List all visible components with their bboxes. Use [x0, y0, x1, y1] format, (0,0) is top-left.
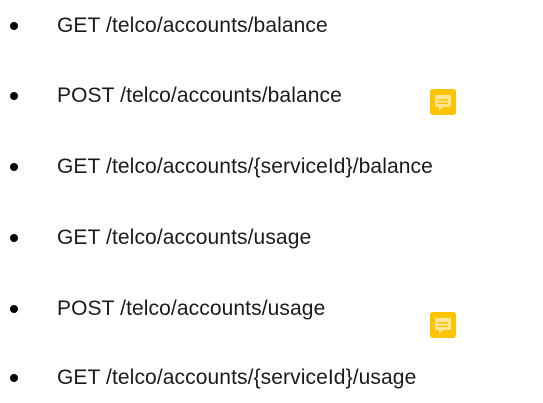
comment-note-icon[interactable]	[430, 312, 456, 338]
bullet-icon	[10, 234, 18, 242]
bullet-icon	[10, 22, 18, 30]
bullet-icon	[10, 92, 18, 100]
bullet-icon	[10, 305, 18, 313]
endpoint-text: GET /telco/accounts/balance	[57, 14, 328, 37]
endpoint-text: GET /telco/accounts/{serviceId}/balance	[57, 155, 433, 178]
endpoint-text: POST /telco/accounts/usage	[57, 297, 326, 320]
endpoint-text: GET /telco/accounts/usage	[57, 226, 312, 249]
endpoint-text: POST /telco/accounts/balance	[57, 84, 342, 107]
bullet-icon	[10, 163, 18, 171]
bullet-icon	[10, 374, 18, 382]
comment-note-icon[interactable]	[430, 89, 456, 115]
endpoint-text: GET /telco/accounts/{serviceId}/usage	[57, 366, 417, 389]
